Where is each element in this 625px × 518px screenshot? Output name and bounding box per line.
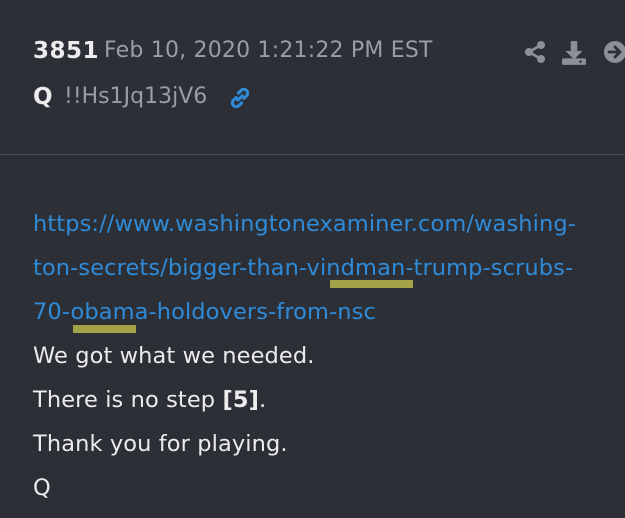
link-icon[interactable] xyxy=(227,85,253,111)
post-line: Thank you for playing. xyxy=(33,431,288,457)
share-icon[interactable] xyxy=(523,40,547,64)
download-icon[interactable] xyxy=(561,40,587,66)
article-link-line[interactable]: ton-secrets/bigger-than-vindman-trump-sc… xyxy=(33,246,625,290)
post-line-text: There is no step xyxy=(33,387,223,413)
post-number[interactable]: 3851 xyxy=(33,38,99,64)
post-date: Feb 10, 2020 1:21:22 PM EST xyxy=(104,38,433,63)
post-line: We got what we needed. xyxy=(33,343,315,369)
post-tripcode: !!Hs1Jq13jV6 xyxy=(64,84,208,109)
article-link-line[interactable]: 70-obama-holdovers-from-nsc xyxy=(33,290,625,334)
article-link-line[interactable]: https://www.washingtonexaminer.com/washi… xyxy=(33,202,625,246)
post-signature: Q xyxy=(33,475,51,501)
arrow-right-circle-icon[interactable] xyxy=(603,40,625,64)
post-line: There is no step [5]. xyxy=(33,378,625,422)
step-bold-text: [5] xyxy=(222,387,259,413)
post-header: 3851 Feb 10, 2020 1:21:22 PM EST Q !!Hs1… xyxy=(0,0,625,155)
post-body: https://www.washingtonexaminer.com/washi… xyxy=(33,202,625,510)
header-divider xyxy=(0,154,625,155)
post-line-text: . xyxy=(258,387,267,413)
post-author: Q xyxy=(33,84,53,110)
